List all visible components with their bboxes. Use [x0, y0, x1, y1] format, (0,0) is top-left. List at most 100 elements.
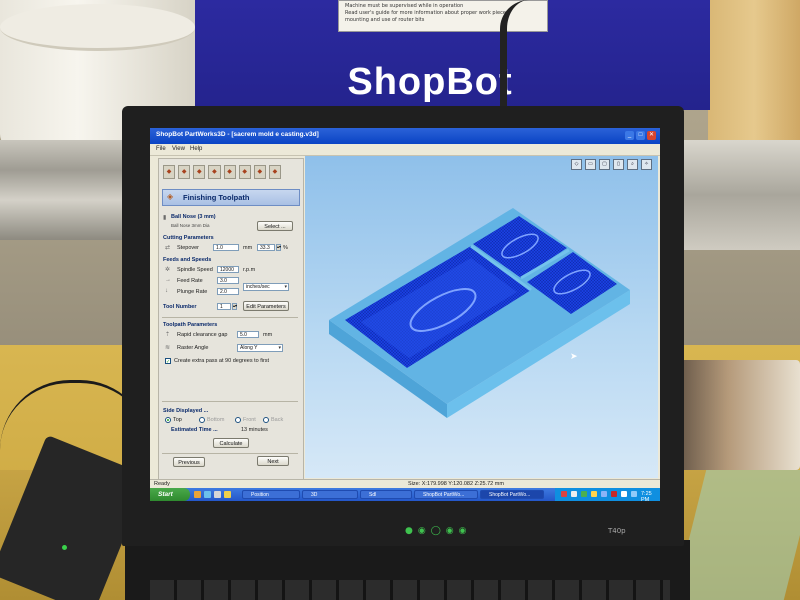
clock[interactable]: 7:25 PM — [641, 491, 660, 501]
separator — [162, 401, 298, 402]
wood-board — [708, 0, 800, 150]
side-top-radio[interactable] — [165, 417, 171, 423]
laptop-model: T40p — [608, 527, 626, 535]
tool-icon: ▮ — [163, 215, 167, 221]
mouse-cursor-icon: ➤ — [570, 351, 578, 361]
window-title: ShopBot PartWorks3D - [sacrem mold e cas… — [156, 131, 319, 138]
tool-number-spinner[interactable]: ▴▾ — [232, 303, 237, 310]
feed-rate-input[interactable]: 3.0 — [217, 277, 239, 284]
hub-led — [62, 545, 67, 550]
stepover-unit: mm — [243, 245, 253, 251]
quicklaunch-icon[interactable] — [214, 491, 221, 498]
tray-icon[interactable] — [571, 491, 577, 497]
menu-bar: File View Help — [150, 144, 660, 156]
previous-button[interactable]: Previous — [173, 457, 205, 467]
status-ready: Ready — [154, 481, 170, 487]
toolpath-parameters-title: Toolpath Parameters — [163, 322, 218, 328]
3d-view[interactable]: ◇ ▭ ▢ ▯ ⌕ ✧ ➤ — [305, 156, 658, 478]
quicklaunch-icon[interactable] — [194, 491, 201, 498]
menu-help[interactable]: Help — [190, 146, 202, 152]
tool-number-label: Tool Number — [163, 304, 197, 310]
panel-title: Finishing Toolpath — [183, 193, 250, 202]
feed-rate-label: Feed Rate — [177, 278, 203, 284]
stepover-spinner[interactable]: ▴▾ — [276, 244, 281, 251]
minimize-button[interactable]: _ — [625, 131, 634, 140]
system-tray: 7:25 PM — [555, 488, 660, 501]
drill-icon[interactable]: ◆ — [208, 165, 221, 179]
cutting-parameters-title: Cutting Parameters — [163, 235, 214, 241]
stepover-input[interactable]: 1.0 — [213, 244, 239, 251]
tool-description: Ball Nose 3mm Dia — [171, 223, 210, 228]
finishing-icon[interactable]: ◆ — [178, 165, 191, 179]
cutout-icon[interactable]: ◆ — [223, 165, 236, 179]
stepover-icon: ⇄ — [165, 245, 171, 251]
side-top-label: Top — [173, 417, 182, 423]
task-position[interactable]: Position — [242, 490, 300, 499]
clearance-gap-input[interactable]: 5.0 — [237, 331, 259, 338]
tray-icon[interactable] — [591, 491, 597, 497]
stepover-percent-input[interactable]: 33.3 — [257, 244, 275, 251]
save-toolpath-icon[interactable]: ◆ — [253, 165, 266, 179]
toolpath-toolbar: ◆ ◆ ◆ ◆ ◆ ◆ ◆ ◆ — [163, 165, 281, 179]
plunge-rate-label: Plunge Rate — [177, 289, 208, 295]
model-size: Size: X:179.998 Y:120.082 Z:25.72 mm — [408, 481, 504, 487]
profile-icon[interactable]: ◆ — [193, 165, 206, 179]
tool-number-input[interactable]: 1 — [217, 303, 231, 310]
delete-icon[interactable]: ◆ — [268, 165, 281, 179]
toolpath-panel: ◆ ◆ ◆ ◆ ◆ ◆ ◆ ◆ ◈ Finishing Toolpath ▮ B… — [158, 158, 304, 490]
task-shopbot-2[interactable]: ShopBot PartWo... — [480, 490, 544, 499]
raster-angle-label: Raster Angle — [177, 345, 209, 351]
plunge-rate-icon: ↓ — [165, 288, 168, 294]
raster-angle-select[interactable]: Along Y — [237, 344, 283, 352]
select-tool-button[interactable]: Select ... — [257, 221, 293, 231]
keyboard — [150, 580, 670, 600]
edit-parameters-button[interactable]: Edit Parameters — [243, 301, 289, 311]
start-button[interactable]: Start — [150, 488, 190, 501]
feed-rate-icon: → — [165, 277, 171, 283]
finishing-header-icon: ◈ — [167, 192, 174, 201]
task-shopbot-1[interactable]: ShopBot PartWo... — [414, 490, 478, 499]
clearance-icon: ⇡ — [165, 332, 171, 338]
task-3d[interactable]: 3D — [302, 490, 358, 499]
side-bottom-radio[interactable] — [199, 417, 205, 423]
plunge-rate-input[interactable]: 2.0 — [217, 288, 239, 295]
spindle-speed-label: Spindle Speed — [177, 267, 213, 273]
tray-icon[interactable] — [561, 491, 567, 497]
side-bottom-label: Bottom — [207, 417, 225, 423]
raster-icon: ≋ — [165, 345, 171, 351]
preview-icon[interactable]: ◆ — [238, 165, 251, 179]
tray-icon[interactable] — [581, 491, 587, 497]
side-displayed-title: Side Displayed ... — [163, 408, 209, 414]
spindle-speed-input[interactable]: 12000 — [217, 266, 239, 273]
window-titlebar[interactable]: ShopBot PartWorks3D - [sacrem mold e cas… — [150, 128, 660, 144]
side-front-label: Front — [243, 417, 256, 423]
menu-file[interactable]: File — [156, 146, 166, 152]
extra-pass-checkbox[interactable]: ✓ — [165, 358, 171, 365]
menu-view[interactable]: View — [172, 146, 185, 152]
side-back-radio[interactable] — [263, 417, 269, 423]
tray-icon[interactable] — [611, 491, 617, 497]
estimated-time-label: Estimated Time ... — [171, 427, 218, 433]
taskbar: Start Position 3D Sdl ShopBot PartWo... … — [150, 488, 660, 501]
panel-header: ◈ Finishing Toolpath — [162, 189, 300, 206]
maximize-button[interactable]: □ — [636, 131, 645, 140]
stepover-label: Stepover — [177, 245, 200, 251]
3d-model — [329, 208, 630, 418]
quicklaunch-icon[interactable] — [204, 491, 211, 498]
tray-icon[interactable] — [621, 491, 627, 497]
roughing-icon[interactable]: ◆ — [163, 165, 176, 179]
side-front-radio[interactable] — [235, 417, 241, 423]
clearance-gap-label: Rapid clearance gap — [177, 332, 228, 338]
tray-icon[interactable] — [631, 491, 637, 497]
percent-sign: % — [283, 245, 288, 251]
tool-name: Ball Nose (3 mm) — [171, 214, 216, 220]
task-sdl[interactable]: Sdl — [360, 490, 412, 499]
next-button[interactable]: Next — [257, 456, 289, 466]
separator — [162, 317, 298, 318]
tray-icon[interactable] — [601, 491, 607, 497]
quicklaunch-icon[interactable] — [224, 491, 231, 498]
close-button[interactable]: ✕ — [647, 131, 656, 140]
side-back-label: Back — [271, 417, 284, 423]
calculate-button[interactable]: Calculate — [213, 438, 249, 448]
rate-unit-select[interactable]: inches/sec — [243, 283, 289, 291]
